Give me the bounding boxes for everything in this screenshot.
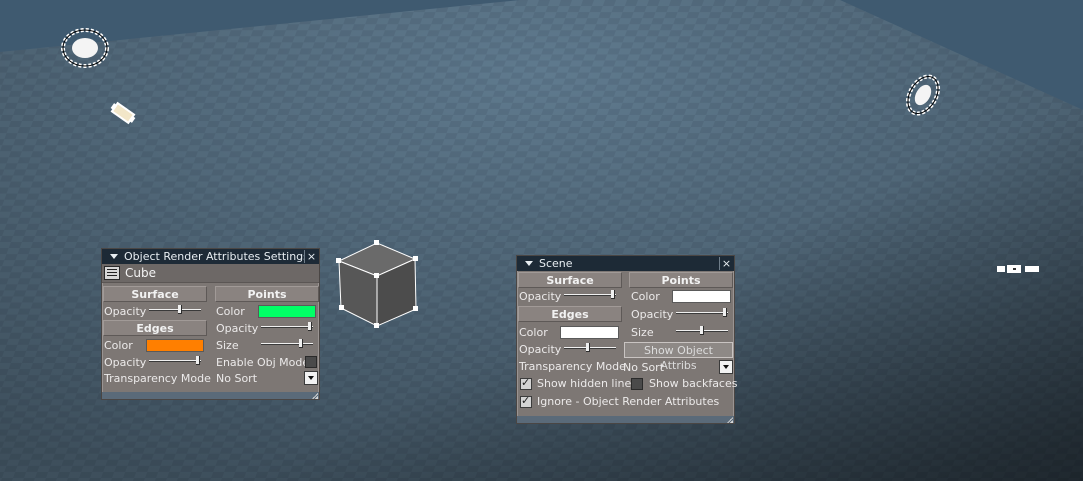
surface-opacity-slider[interactable] (564, 290, 616, 299)
points-opacity-label: Opacity (631, 308, 674, 321)
panel-titlebar[interactable]: Object Render Attributes Settings × (102, 249, 319, 264)
edges-color-label: Color (104, 339, 133, 352)
object-name: Cube (125, 266, 156, 280)
points-color-swatch[interactable] (258, 305, 316, 318)
points-color-label: Color (216, 305, 245, 318)
edges-opacity-slider[interactable] (564, 343, 616, 352)
edges-opacity-label: Opacity (104, 356, 147, 369)
edges-header: Edges (103, 320, 207, 336)
transparency-mode-label: Transparency Mode (104, 372, 211, 385)
surface-header: Surface (518, 272, 622, 288)
surface-opacity-slider[interactable] (149, 305, 201, 314)
object-selector[interactable]: Cube (102, 264, 319, 283)
chevron-down-icon[interactable] (304, 371, 318, 385)
transparency-mode-label: Transparency Mode (519, 360, 626, 373)
panel-footer (102, 392, 319, 399)
points-header: Points (629, 272, 733, 288)
enable-obj-mode-checkbox[interactable] (305, 356, 317, 368)
close-icon[interactable]: × (719, 257, 733, 270)
transparency-mode-value: No Sort (216, 371, 258, 385)
surface-header: Surface (103, 286, 207, 302)
list-icon (104, 266, 120, 280)
edges-color-swatch[interactable] (146, 339, 204, 352)
points-header: Points (215, 286, 319, 302)
object-render-attributes-panel: Object Render Attributes Settings × Cube… (101, 248, 320, 400)
show-hidden-lines-label: Show hidden lines (537, 377, 637, 390)
collapse-arrow-icon[interactable] (525, 261, 533, 266)
transparency-mode-dropdown[interactable]: No Sort (623, 360, 733, 374)
panel-titlebar[interactable]: Scene × (517, 256, 734, 271)
points-size-slider[interactable] (676, 326, 728, 335)
transparency-mode-value: No Sort (623, 360, 665, 374)
show-hidden-lines-checkbox[interactable] (520, 376, 532, 390)
ignore-object-render-attributes-checkbox[interactable] (520, 394, 532, 408)
points-opacity-slider[interactable] (676, 308, 728, 317)
surface-opacity-label: Opacity (519, 290, 562, 303)
show-backfaces-label: Show backfaces (649, 377, 738, 390)
points-size-label: Size (631, 326, 654, 339)
points-color-label: Color (631, 290, 660, 303)
enable-obj-mode-label: Enable Obj Mode (216, 356, 310, 369)
panel-footer (517, 416, 734, 423)
edges-header: Edges (518, 306, 622, 322)
edges-opacity-label: Opacity (519, 343, 562, 356)
collapse-arrow-icon[interactable] (110, 254, 118, 259)
ignore-object-render-attributes-label: Ignore - Object Render Attributes (537, 395, 720, 408)
edges-color-label: Color (519, 326, 548, 339)
edges-color-swatch[interactable] (560, 326, 619, 339)
show-object-attribs-button[interactable]: Show Object Attribs (624, 342, 733, 372)
chevron-down-icon[interactable] (719, 360, 733, 374)
points-size-slider[interactable] (261, 339, 313, 348)
transparency-mode-dropdown[interactable]: No Sort (216, 371, 318, 385)
resize-grip-icon[interactable] (312, 393, 318, 399)
scene-grid: Surface Points Opacity Color Edges Opaci… (517, 271, 738, 416)
point-light-icon (997, 265, 1039, 273)
points-size-label: Size (216, 339, 239, 352)
points-color-swatch[interactable] (672, 290, 731, 303)
surface-opacity-label: Opacity (104, 305, 147, 318)
attributes-grid: Surface Points Opacity Color Edges Opaci… (102, 283, 319, 385)
resize-grip-icon[interactable] (727, 417, 733, 423)
edges-opacity-slider[interactable] (149, 356, 201, 365)
scene-panel: Scene × Surface Points Opacity Color Edg… (516, 255, 738, 424)
points-opacity-slider[interactable] (261, 322, 313, 331)
close-icon[interactable]: × (304, 250, 318, 263)
panel-title: Scene (539, 257, 573, 270)
panel-title: Object Render Attributes Settings (124, 250, 304, 263)
show-backfaces-checkbox[interactable] (631, 378, 643, 390)
points-opacity-label: Opacity (216, 322, 259, 335)
